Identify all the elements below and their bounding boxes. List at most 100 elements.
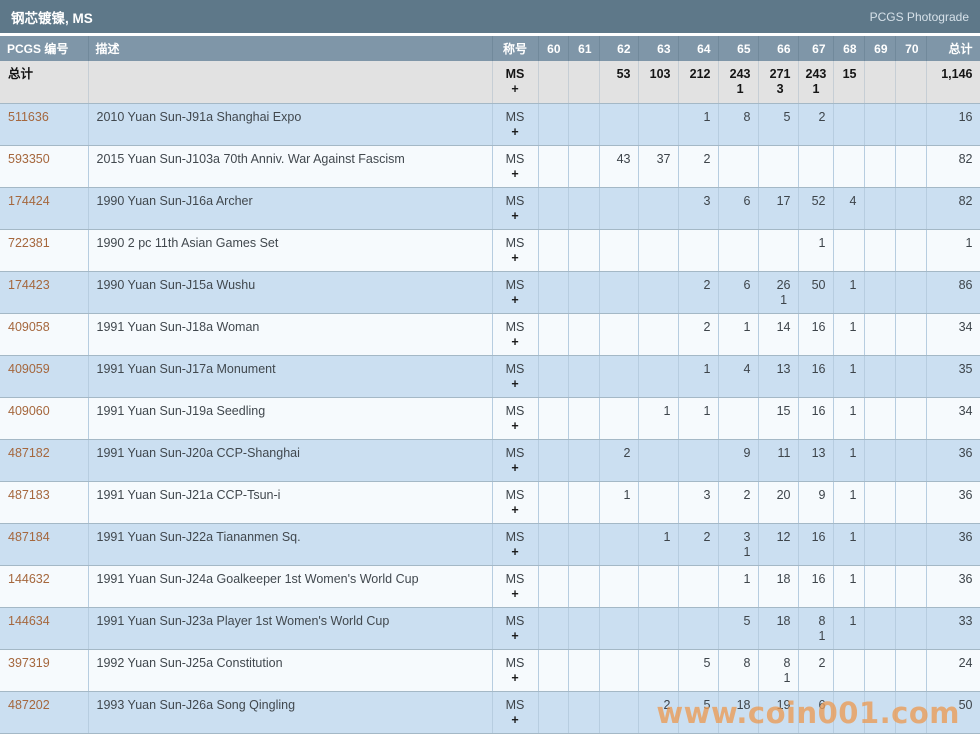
coin-description: 1991 Yuan Sun-J18a Woman <box>88 313 492 355</box>
col-header-description: 描述 <box>88 36 492 61</box>
col-header-62: 62 <box>599 36 638 61</box>
grade-68-count <box>833 103 864 145</box>
pcgs-number-link[interactable]: 144632 <box>8 572 50 586</box>
population-table: PCGS 编号描述称号6061626364656667686970总计 总计MS… <box>0 36 980 734</box>
grade-61-count <box>568 397 599 439</box>
grade-61-count <box>568 271 599 313</box>
grade-64-count: 5 <box>678 691 718 733</box>
pcgs-number-link[interactable]: 144634 <box>8 614 50 628</box>
pcgs-number-link[interactable]: 487202 <box>8 698 50 712</box>
grade-69-count <box>864 187 895 229</box>
grade-60-count <box>538 481 568 523</box>
grade-63-count <box>638 355 678 397</box>
grade-66-count: 19 <box>758 691 798 733</box>
table-row: 4090591991 Yuan Sun-J17a MonumentMS+1413… <box>0 355 980 397</box>
pcgs-number-link[interactable]: 487183 <box>8 488 50 502</box>
grade-62-count <box>599 523 638 565</box>
grade-69-count <box>864 145 895 187</box>
coin-description: 2010 Yuan Sun-J91a Shanghai Expo <box>88 103 492 145</box>
grade-67-count: 13 <box>798 439 833 481</box>
grade-67-count: 16 <box>798 523 833 565</box>
grade-68-count: 1 <box>833 607 864 649</box>
grade-65-count: 6 <box>718 271 758 313</box>
grade-70-count <box>895 61 926 103</box>
grade-62-count: 1 <box>599 481 638 523</box>
coin-description: 1990 Yuan Sun-J15a Wushu <box>88 271 492 313</box>
grade-66-count: 5 <box>758 103 798 145</box>
grade-60-count <box>538 649 568 691</box>
coin-description: 1991 Yuan Sun-J19a Seedling <box>88 397 492 439</box>
grade-63-count: 103 <box>638 61 678 103</box>
pcgs-number-cell: 722381 <box>0 229 88 271</box>
grade-67-count: 2 <box>798 103 833 145</box>
col-header-64: 64 <box>678 36 718 61</box>
grade-61-count <box>568 187 599 229</box>
grade-67-count: 16 <box>798 313 833 355</box>
grade-66-count: 2713 <box>758 61 798 103</box>
pcgs-number-link[interactable]: 409060 <box>8 404 50 418</box>
coin-description: 1991 Yuan Sun-J22a Tiananmen Sq. <box>88 523 492 565</box>
grade-67-count: 2 <box>798 649 833 691</box>
grade-62-count <box>599 355 638 397</box>
pcgs-number-link[interactable]: 511636 <box>8 110 49 124</box>
grade-66-count: 20 <box>758 481 798 523</box>
row-total: 24 <box>926 649 980 691</box>
grade-64-count: 5 <box>678 649 718 691</box>
grade-60-count <box>538 61 568 103</box>
grade-66-count: 11 <box>758 439 798 481</box>
pcgs-number-link[interactable]: 409059 <box>8 362 50 376</box>
designation-plus-label: + <box>495 629 536 644</box>
grade-68-count <box>833 145 864 187</box>
grade-62-count <box>599 313 638 355</box>
designation-cell: MS+ <box>492 649 538 691</box>
designation-plus-label: + <box>495 377 536 392</box>
grade-69-count <box>864 439 895 481</box>
designation-label: MS <box>495 277 536 293</box>
grade-65-count <box>718 229 758 271</box>
grade-60-count <box>538 523 568 565</box>
photograde-link[interactable]: PCGS Photograde <box>870 10 969 24</box>
grade-64-count <box>678 439 718 481</box>
grade-68-count: 1 <box>833 397 864 439</box>
grade-60-count <box>538 439 568 481</box>
pcgs-number-link[interactable]: 487182 <box>8 446 50 460</box>
pcgs-number-link[interactable]: 397319 <box>8 656 50 670</box>
coin-description: 1991 Yuan Sun-J21a CCP-Tsun-i <box>88 481 492 523</box>
row-total: 36 <box>926 439 980 481</box>
grade-61-count <box>568 523 599 565</box>
grade-68-count: 1 <box>833 313 864 355</box>
pcgs-number-link[interactable]: 409058 <box>8 320 50 334</box>
pcgs-number-link[interactable]: 722381 <box>8 236 50 250</box>
grade-60-count <box>538 565 568 607</box>
grade-67-count: 52 <box>798 187 833 229</box>
pcgs-number-cell: 409059 <box>0 355 88 397</box>
pcgs-number-link[interactable]: 593350 <box>8 152 50 166</box>
coin-description: 1990 2 pc 11th Asian Games Set <box>88 229 492 271</box>
table-row: 4090581991 Yuan Sun-J18a WomanMS+2114161… <box>0 313 980 355</box>
designation-label: MS <box>495 109 536 125</box>
pcgs-number-cell: 409060 <box>0 397 88 439</box>
grade-67-count: 16 <box>798 565 833 607</box>
pcgs-number-link[interactable]: 174423 <box>8 278 50 292</box>
grade-62-count <box>599 103 638 145</box>
grade-64-count: 2 <box>678 271 718 313</box>
designation-cell: MS+ <box>492 271 538 313</box>
pcgs-number-link[interactable]: 487184 <box>8 530 50 544</box>
table-row: 4871821991 Yuan Sun-J20a CCP-ShanghaiMS+… <box>0 439 980 481</box>
grade-66-count <box>758 229 798 271</box>
pcgs-number-cell: 487202 <box>0 691 88 733</box>
col-header-65: 65 <box>718 36 758 61</box>
grade-60-count <box>538 229 568 271</box>
grade-63-count <box>638 187 678 229</box>
designation-cell: MS+ <box>492 607 538 649</box>
grade-68-count: 1 <box>833 481 864 523</box>
pcgs-number-link[interactable]: 174424 <box>8 194 50 208</box>
col-header-pcgs-number: PCGS 编号 <box>0 36 88 61</box>
pcgs-number-cell: 511636 <box>0 103 88 145</box>
grade-69-count <box>864 565 895 607</box>
grade-70-count <box>895 565 926 607</box>
grade-64-count: 2 <box>678 523 718 565</box>
grade-70-count <box>895 229 926 271</box>
designation-plus-label: + <box>495 251 536 266</box>
pcgs-number-cell: 144634 <box>0 607 88 649</box>
